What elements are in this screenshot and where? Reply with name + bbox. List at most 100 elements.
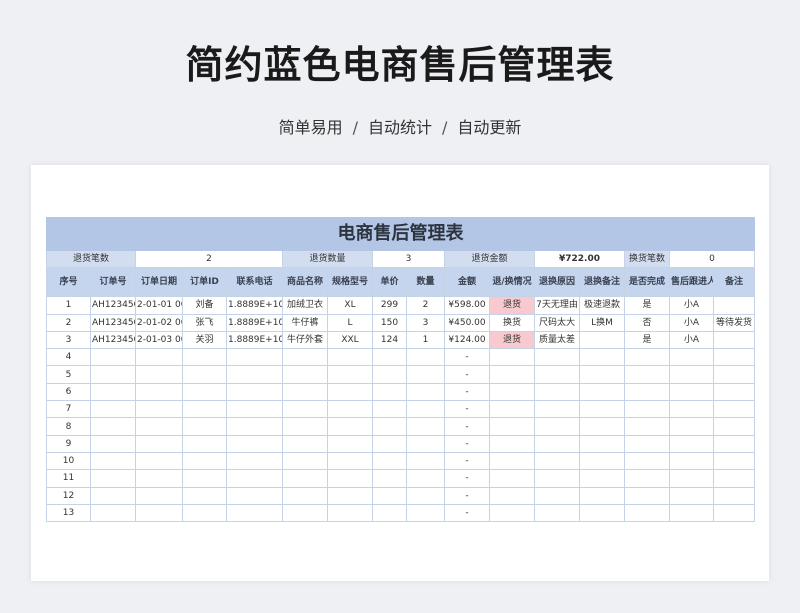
cell-col-order-id[interactable]	[182, 434, 227, 453]
cell-col-product[interactable]	[282, 400, 328, 419]
cell-col-unit-price[interactable]	[372, 469, 407, 488]
cell-col-product[interactable]	[282, 348, 328, 367]
cell-col-order-id[interactable]	[182, 365, 227, 384]
cell-col-phone[interactable]: 1.8889E+10	[226, 296, 283, 315]
cell-col-order-id[interactable]	[182, 348, 227, 367]
cell-col-note[interactable]	[713, 503, 755, 523]
cell-col-seq[interactable]: 2	[46, 313, 91, 332]
cell-col-note[interactable]	[713, 330, 755, 350]
cell-col-remark-exchange[interactable]	[579, 434, 625, 453]
cell-col-unit-price[interactable]	[372, 382, 407, 402]
cell-col-phone[interactable]	[226, 417, 283, 436]
cell-col-qty[interactable]: 3	[406, 313, 445, 332]
cell-col-product[interactable]	[282, 382, 328, 402]
cell-col-remark-exchange[interactable]	[579, 330, 625, 350]
cell-col-done[interactable]: 是	[624, 296, 670, 315]
cell-col-amount[interactable]: -	[444, 451, 490, 471]
cell-col-phone[interactable]	[226, 348, 283, 367]
cell-col-remark-exchange[interactable]	[579, 469, 625, 488]
cell-col-note[interactable]	[713, 400, 755, 419]
cell-col-return-exchange[interactable]	[489, 503, 535, 523]
cell-col-qty[interactable]	[406, 503, 445, 523]
cell-col-spec[interactable]	[327, 503, 373, 523]
cell-col-order-date[interactable]	[135, 365, 183, 384]
cell-col-seq[interactable]: 12	[46, 486, 91, 505]
cell-col-order-date[interactable]	[135, 469, 183, 488]
cell-col-amount[interactable]: -	[444, 469, 490, 488]
cell-col-qty[interactable]: 1	[406, 330, 445, 350]
cell-col-remark-exchange[interactable]	[579, 400, 625, 419]
cell-col-seq[interactable]: 8	[46, 417, 91, 436]
cell-col-qty[interactable]	[406, 348, 445, 367]
cell-col-amount[interactable]: -	[444, 348, 490, 367]
cell-col-unit-price[interactable]: 124	[372, 330, 407, 350]
cell-col-follower[interactable]	[669, 365, 714, 384]
cell-col-order-id[interactable]: 刘备	[182, 296, 227, 315]
cell-col-note[interactable]	[713, 296, 755, 315]
cell-col-order-date[interactable]	[135, 382, 183, 402]
cell-col-follower[interactable]	[669, 503, 714, 523]
cell-col-unit-price[interactable]	[372, 434, 407, 453]
cell-col-order-no[interactable]	[90, 365, 136, 384]
cell-col-seq[interactable]: 11	[46, 469, 91, 488]
cell-col-return-exchange[interactable]	[489, 434, 535, 453]
cell-col-note[interactable]	[713, 451, 755, 471]
cell-col-unit-price[interactable]	[372, 486, 407, 505]
cell-col-spec[interactable]	[327, 486, 373, 505]
cell-col-phone[interactable]: 1.8889E+10	[226, 330, 283, 350]
cell-col-done[interactable]: 是	[624, 330, 670, 350]
cell-col-order-date[interactable]	[135, 434, 183, 453]
cell-col-reason[interactable]	[534, 400, 580, 419]
cell-col-order-no[interactable]	[90, 503, 136, 523]
cell-col-seq[interactable]: 3	[46, 330, 91, 350]
cell-col-order-date[interactable]: 2-01-01 00:0	[135, 296, 183, 315]
cell-col-seq[interactable]: 13	[46, 503, 91, 523]
cell-col-note[interactable]: 等待发货	[713, 313, 755, 332]
cell-col-follower[interactable]	[669, 400, 714, 419]
cell-col-reason[interactable]	[534, 417, 580, 436]
cell-col-done[interactable]	[624, 486, 670, 505]
cell-col-seq[interactable]: 10	[46, 451, 91, 471]
cell-col-return-exchange[interactable]	[489, 348, 535, 367]
cell-col-order-date[interactable]	[135, 348, 183, 367]
cell-col-reason[interactable]: 尺码太大	[534, 313, 580, 332]
cell-col-done[interactable]	[624, 469, 670, 488]
cell-col-product[interactable]	[282, 469, 328, 488]
cell-col-unit-price[interactable]	[372, 417, 407, 436]
cell-col-remark-exchange[interactable]	[579, 365, 625, 384]
cell-col-done[interactable]	[624, 365, 670, 384]
cell-col-order-date[interactable]	[135, 503, 183, 523]
cell-col-follower[interactable]	[669, 382, 714, 402]
cell-col-order-id[interactable]: 关羽	[182, 330, 227, 350]
cell-col-order-date[interactable]: 2-01-03 00:0	[135, 330, 183, 350]
cell-col-done[interactable]: 否	[624, 313, 670, 332]
cell-col-remark-exchange[interactable]	[579, 503, 625, 523]
cell-col-product[interactable]	[282, 417, 328, 436]
cell-col-spec[interactable]	[327, 382, 373, 402]
cell-col-follower[interactable]	[669, 348, 714, 367]
cell-col-seq[interactable]: 6	[46, 382, 91, 402]
cell-col-seq[interactable]: 7	[46, 400, 91, 419]
cell-col-qty[interactable]	[406, 400, 445, 419]
cell-col-phone[interactable]	[226, 382, 283, 402]
cell-col-reason[interactable]	[534, 451, 580, 471]
cell-col-follower[interactable]	[669, 486, 714, 505]
cell-col-order-id[interactable]	[182, 451, 227, 471]
cell-col-product[interactable]	[282, 365, 328, 384]
cell-col-remark-exchange[interactable]	[579, 382, 625, 402]
cell-col-return-exchange[interactable]	[489, 400, 535, 419]
cell-col-amount[interactable]: -	[444, 365, 490, 384]
cell-col-reason[interactable]	[534, 503, 580, 523]
cell-col-spec[interactable]: XXL	[327, 330, 373, 350]
cell-col-reason[interactable]	[534, 382, 580, 402]
cell-col-order-no[interactable]: AH1234568	[90, 313, 136, 332]
cell-col-order-no[interactable]: AH1234567	[90, 296, 136, 315]
cell-col-product[interactable]: 牛仔裤	[282, 313, 328, 332]
cell-col-done[interactable]	[624, 503, 670, 523]
cell-col-qty[interactable]	[406, 469, 445, 488]
cell-col-product[interactable]	[282, 451, 328, 471]
cell-col-qty[interactable]	[406, 382, 445, 402]
cell-col-done[interactable]	[624, 417, 670, 436]
cell-col-phone[interactable]	[226, 486, 283, 505]
cell-col-spec[interactable]	[327, 451, 373, 471]
